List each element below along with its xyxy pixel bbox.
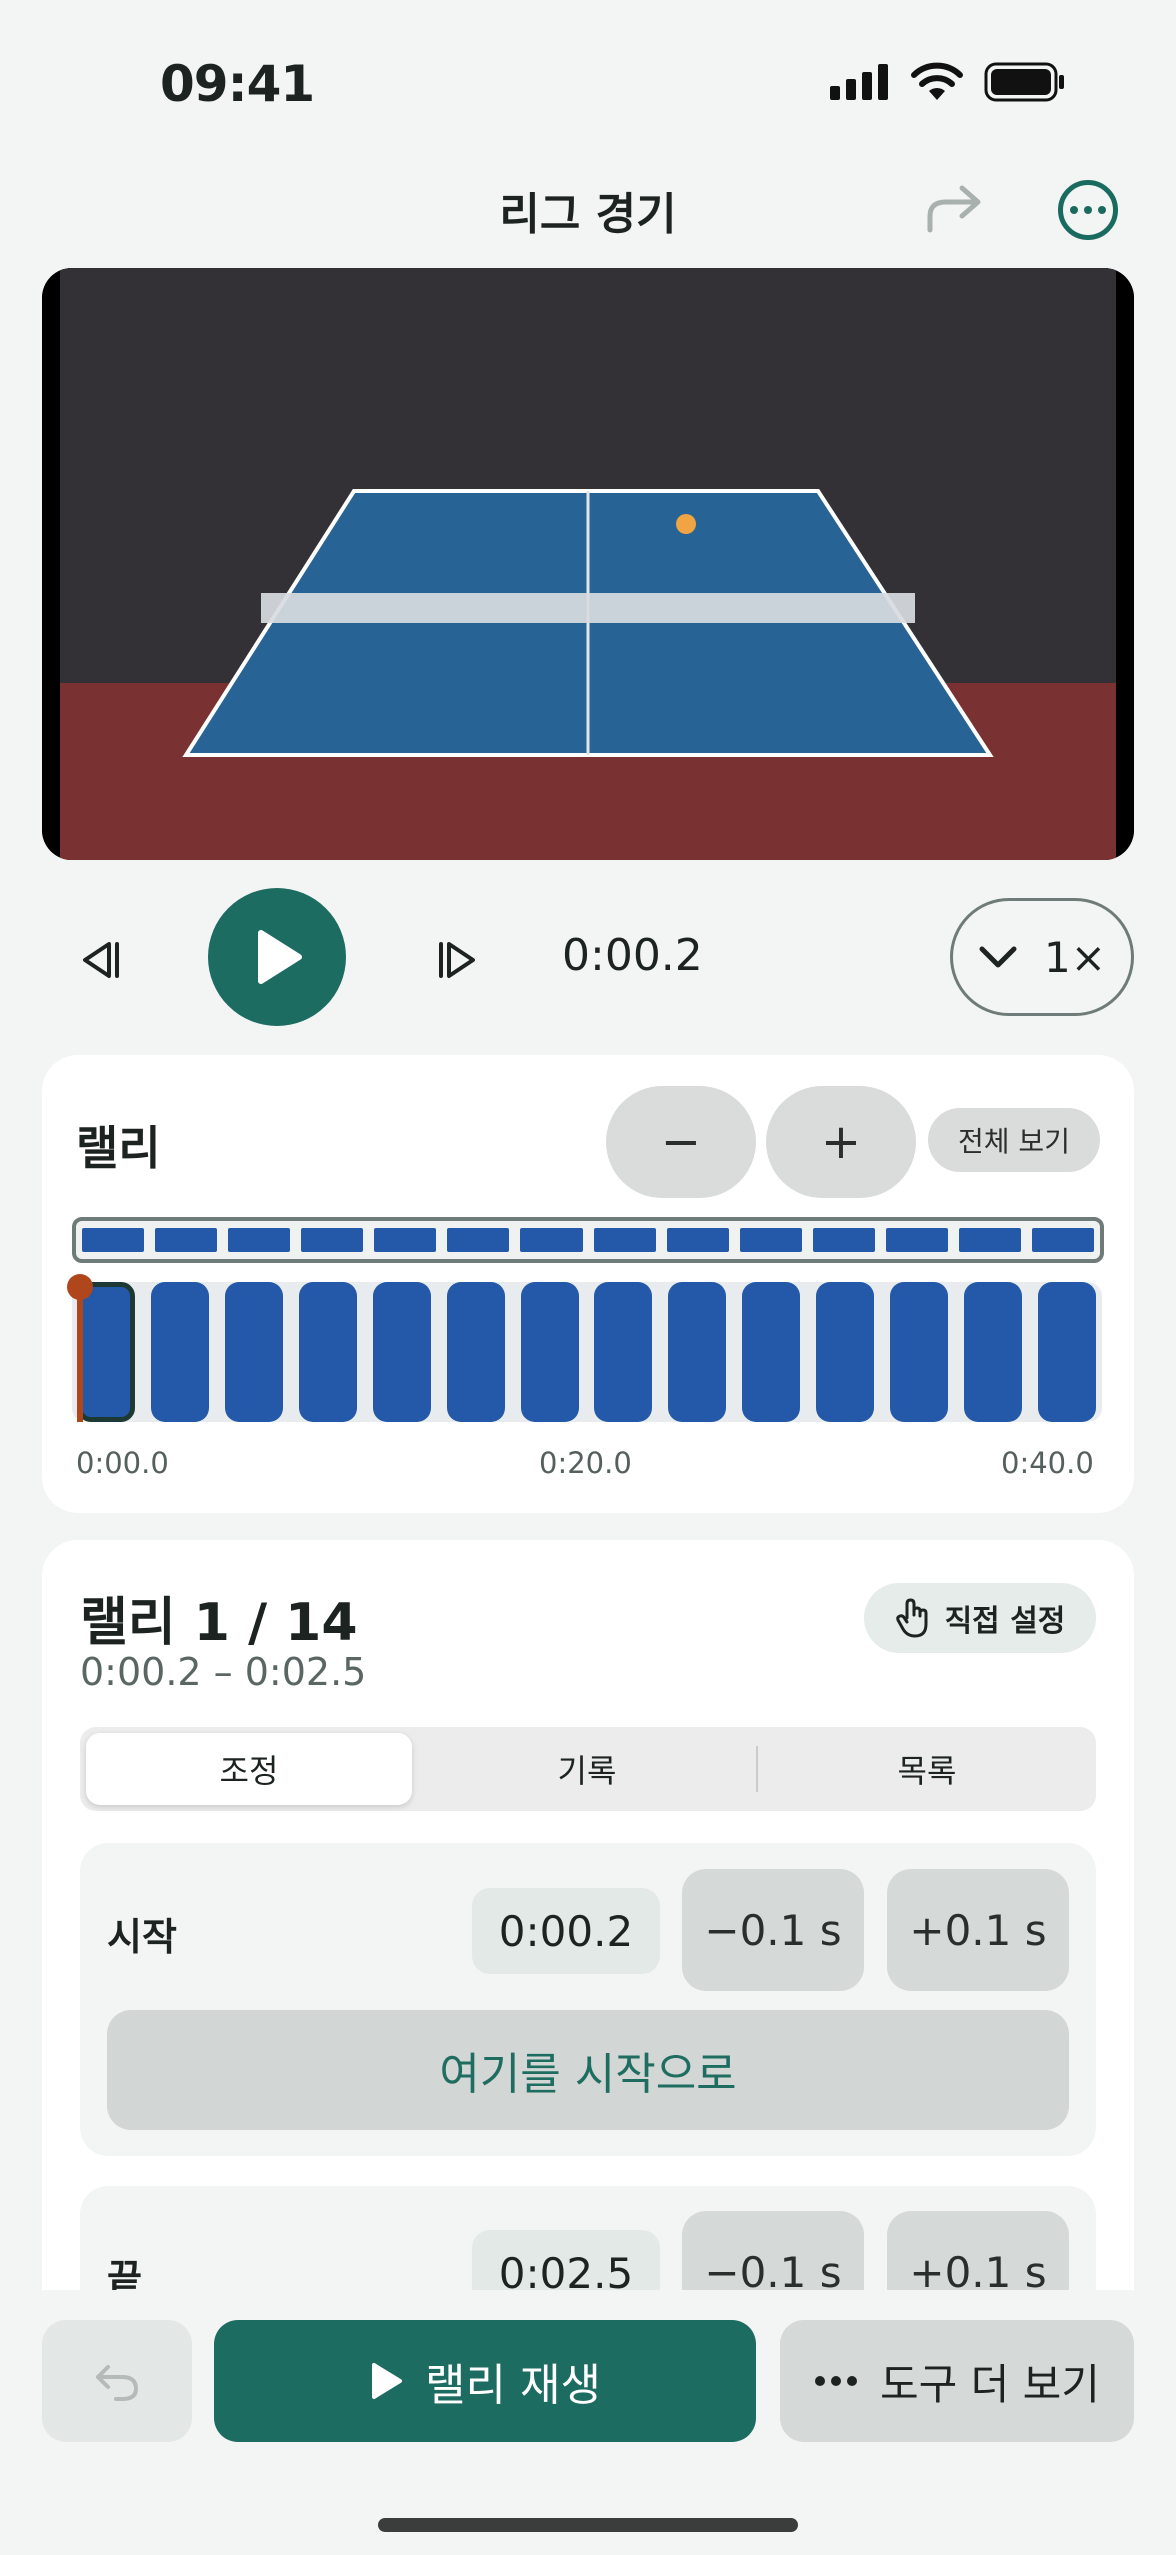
- playhead[interactable]: [77, 1290, 83, 1422]
- tick-label-end: 0:40.0: [1001, 1446, 1094, 1480]
- rally-bar[interactable]: [520, 1282, 579, 1422]
- overview-rally-segment[interactable]: [1032, 1228, 1095, 1252]
- current-time: 0:00.2: [562, 930, 703, 981]
- speed-label: 1×: [1044, 932, 1106, 982]
- rally-bar[interactable]: [446, 1282, 505, 1422]
- play-icon: [372, 2363, 403, 2399]
- overview-rally-segment[interactable]: [301, 1228, 364, 1252]
- play-icon: [258, 930, 302, 984]
- more-tools-button[interactable]: 도구 더 보기: [780, 2320, 1134, 2442]
- start-time-value: 0:00.2: [472, 1888, 660, 1974]
- overview-rally-segment[interactable]: [593, 1228, 656, 1252]
- rally-index-title: 랠리 1 / 14: [80, 1593, 358, 1653]
- more-options-button[interactable]: [1058, 180, 1118, 240]
- home-indicator[interactable]: [378, 2518, 798, 2532]
- zoom-in-button[interactable]: +: [766, 1086, 916, 1198]
- status-time: 09:41: [160, 55, 315, 113]
- share-button[interactable]: [920, 178, 990, 238]
- rally-bar[interactable]: [742, 1282, 801, 1422]
- start-plus-button[interactable]: +0.1 s: [887, 1869, 1069, 1991]
- video-frame: [42, 268, 1134, 860]
- status-icons: [830, 62, 1066, 102]
- manual-set-button[interactable]: 직접 설정: [864, 1583, 1096, 1653]
- next-frame-button[interactable]: [428, 930, 488, 990]
- play-button[interactable]: [208, 888, 346, 1026]
- video-player[interactable]: [42, 268, 1134, 860]
- rally-bar[interactable]: [1038, 1282, 1096, 1422]
- cellular-signal-icon: [830, 64, 888, 100]
- rally-bar[interactable]: [668, 1282, 727, 1422]
- previous-frame-button[interactable]: [70, 930, 130, 990]
- manual-set-label: 직접 설정: [944, 1604, 1066, 1639]
- overview-rally-segment[interactable]: [812, 1228, 875, 1252]
- tab-divider: [756, 1746, 758, 1792]
- ellipsis-icon: [1070, 206, 1078, 214]
- tick-label-middle: 0:20.0: [539, 1446, 632, 1480]
- rally-bar-selected[interactable]: [77, 1282, 135, 1422]
- overview-rally-segment[interactable]: [228, 1228, 291, 1252]
- overview-rally-segment[interactable]: [374, 1228, 437, 1252]
- start-label: 시작: [107, 1915, 177, 1959]
- overview-rally-segment[interactable]: [666, 1228, 729, 1252]
- overview-rally-segment[interactable]: [447, 1228, 510, 1252]
- set-as-start-button[interactable]: 여기를 시작으로: [107, 2010, 1069, 2130]
- rally-bar[interactable]: [150, 1282, 209, 1422]
- undo-icon: [96, 2365, 139, 2401]
- tab-adjust[interactable]: 조정: [86, 1733, 412, 1805]
- overview-rally-segment[interactable]: [82, 1228, 145, 1252]
- overview-rally-segment[interactable]: [885, 1228, 948, 1252]
- more-tools-label: 도구 더 보기: [880, 2359, 1100, 2409]
- start-minus-button[interactable]: −0.1 s: [682, 1869, 864, 1991]
- ellipsis-icon: [815, 2376, 858, 2386]
- overview-rally-segment[interactable]: [520, 1228, 583, 1252]
- fit-all-button[interactable]: 전체 보기: [928, 1108, 1100, 1172]
- rally-bar[interactable]: [890, 1282, 949, 1422]
- rally-section-title: 랠리: [76, 1121, 161, 1175]
- zoom-out-button[interactable]: −: [606, 1086, 756, 1198]
- tab-record[interactable]: 기록: [426, 1733, 748, 1805]
- rally-bar[interactable]: [224, 1282, 283, 1422]
- rally-bar[interactable]: [372, 1282, 431, 1422]
- hand-pointer-icon: [895, 1598, 928, 1638]
- rally-time-range: 0:00.2 – 0:02.5: [80, 1650, 367, 1694]
- step-forward-icon: [439, 942, 475, 978]
- timeline-overview[interactable]: [72, 1217, 1104, 1263]
- rally-bar[interactable]: [964, 1282, 1023, 1422]
- rally-bar[interactable]: [594, 1282, 653, 1422]
- wifi-icon: [911, 62, 963, 100]
- playback-speed-button[interactable]: 1×: [950, 898, 1134, 1016]
- share-arrow-icon: [927, 185, 981, 233]
- battery-icon: [984, 62, 1064, 102]
- rally-bar[interactable]: [298, 1282, 357, 1422]
- chevron-down-icon: [979, 946, 1017, 968]
- overview-rally-segment[interactable]: [958, 1228, 1022, 1252]
- rally-bar[interactable]: [816, 1282, 875, 1422]
- tab-list[interactable]: 목록: [766, 1733, 1088, 1805]
- overview-rally-segment[interactable]: [155, 1228, 218, 1252]
- playhead-handle[interactable]: [67, 1274, 93, 1300]
- overview-rally-segment[interactable]: [739, 1228, 802, 1252]
- page-title: 리그 경기: [499, 189, 677, 240]
- step-back-icon: [83, 942, 119, 978]
- play-rally-label: 랠리 재생: [425, 2360, 601, 2411]
- tick-label-start: 0:00.0: [76, 1446, 169, 1480]
- undo-button[interactable]: [42, 2320, 192, 2442]
- play-rally-button[interactable]: 랠리 재생: [214, 2320, 756, 2442]
